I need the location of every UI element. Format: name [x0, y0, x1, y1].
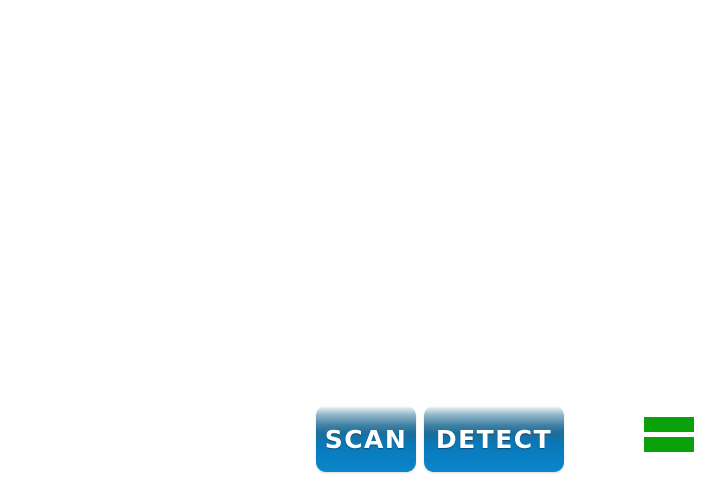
- menu-button[interactable]: [644, 417, 694, 452]
- app-screen: SCAN DETECT: [0, 0, 720, 480]
- menu-icon-bar-top: [644, 417, 694, 432]
- detect-button[interactable]: DETECT: [424, 406, 564, 472]
- menu-icon-bar-bottom: [644, 437, 694, 452]
- scan-button[interactable]: SCAN: [316, 406, 416, 472]
- main-viewport: [0, 0, 720, 400]
